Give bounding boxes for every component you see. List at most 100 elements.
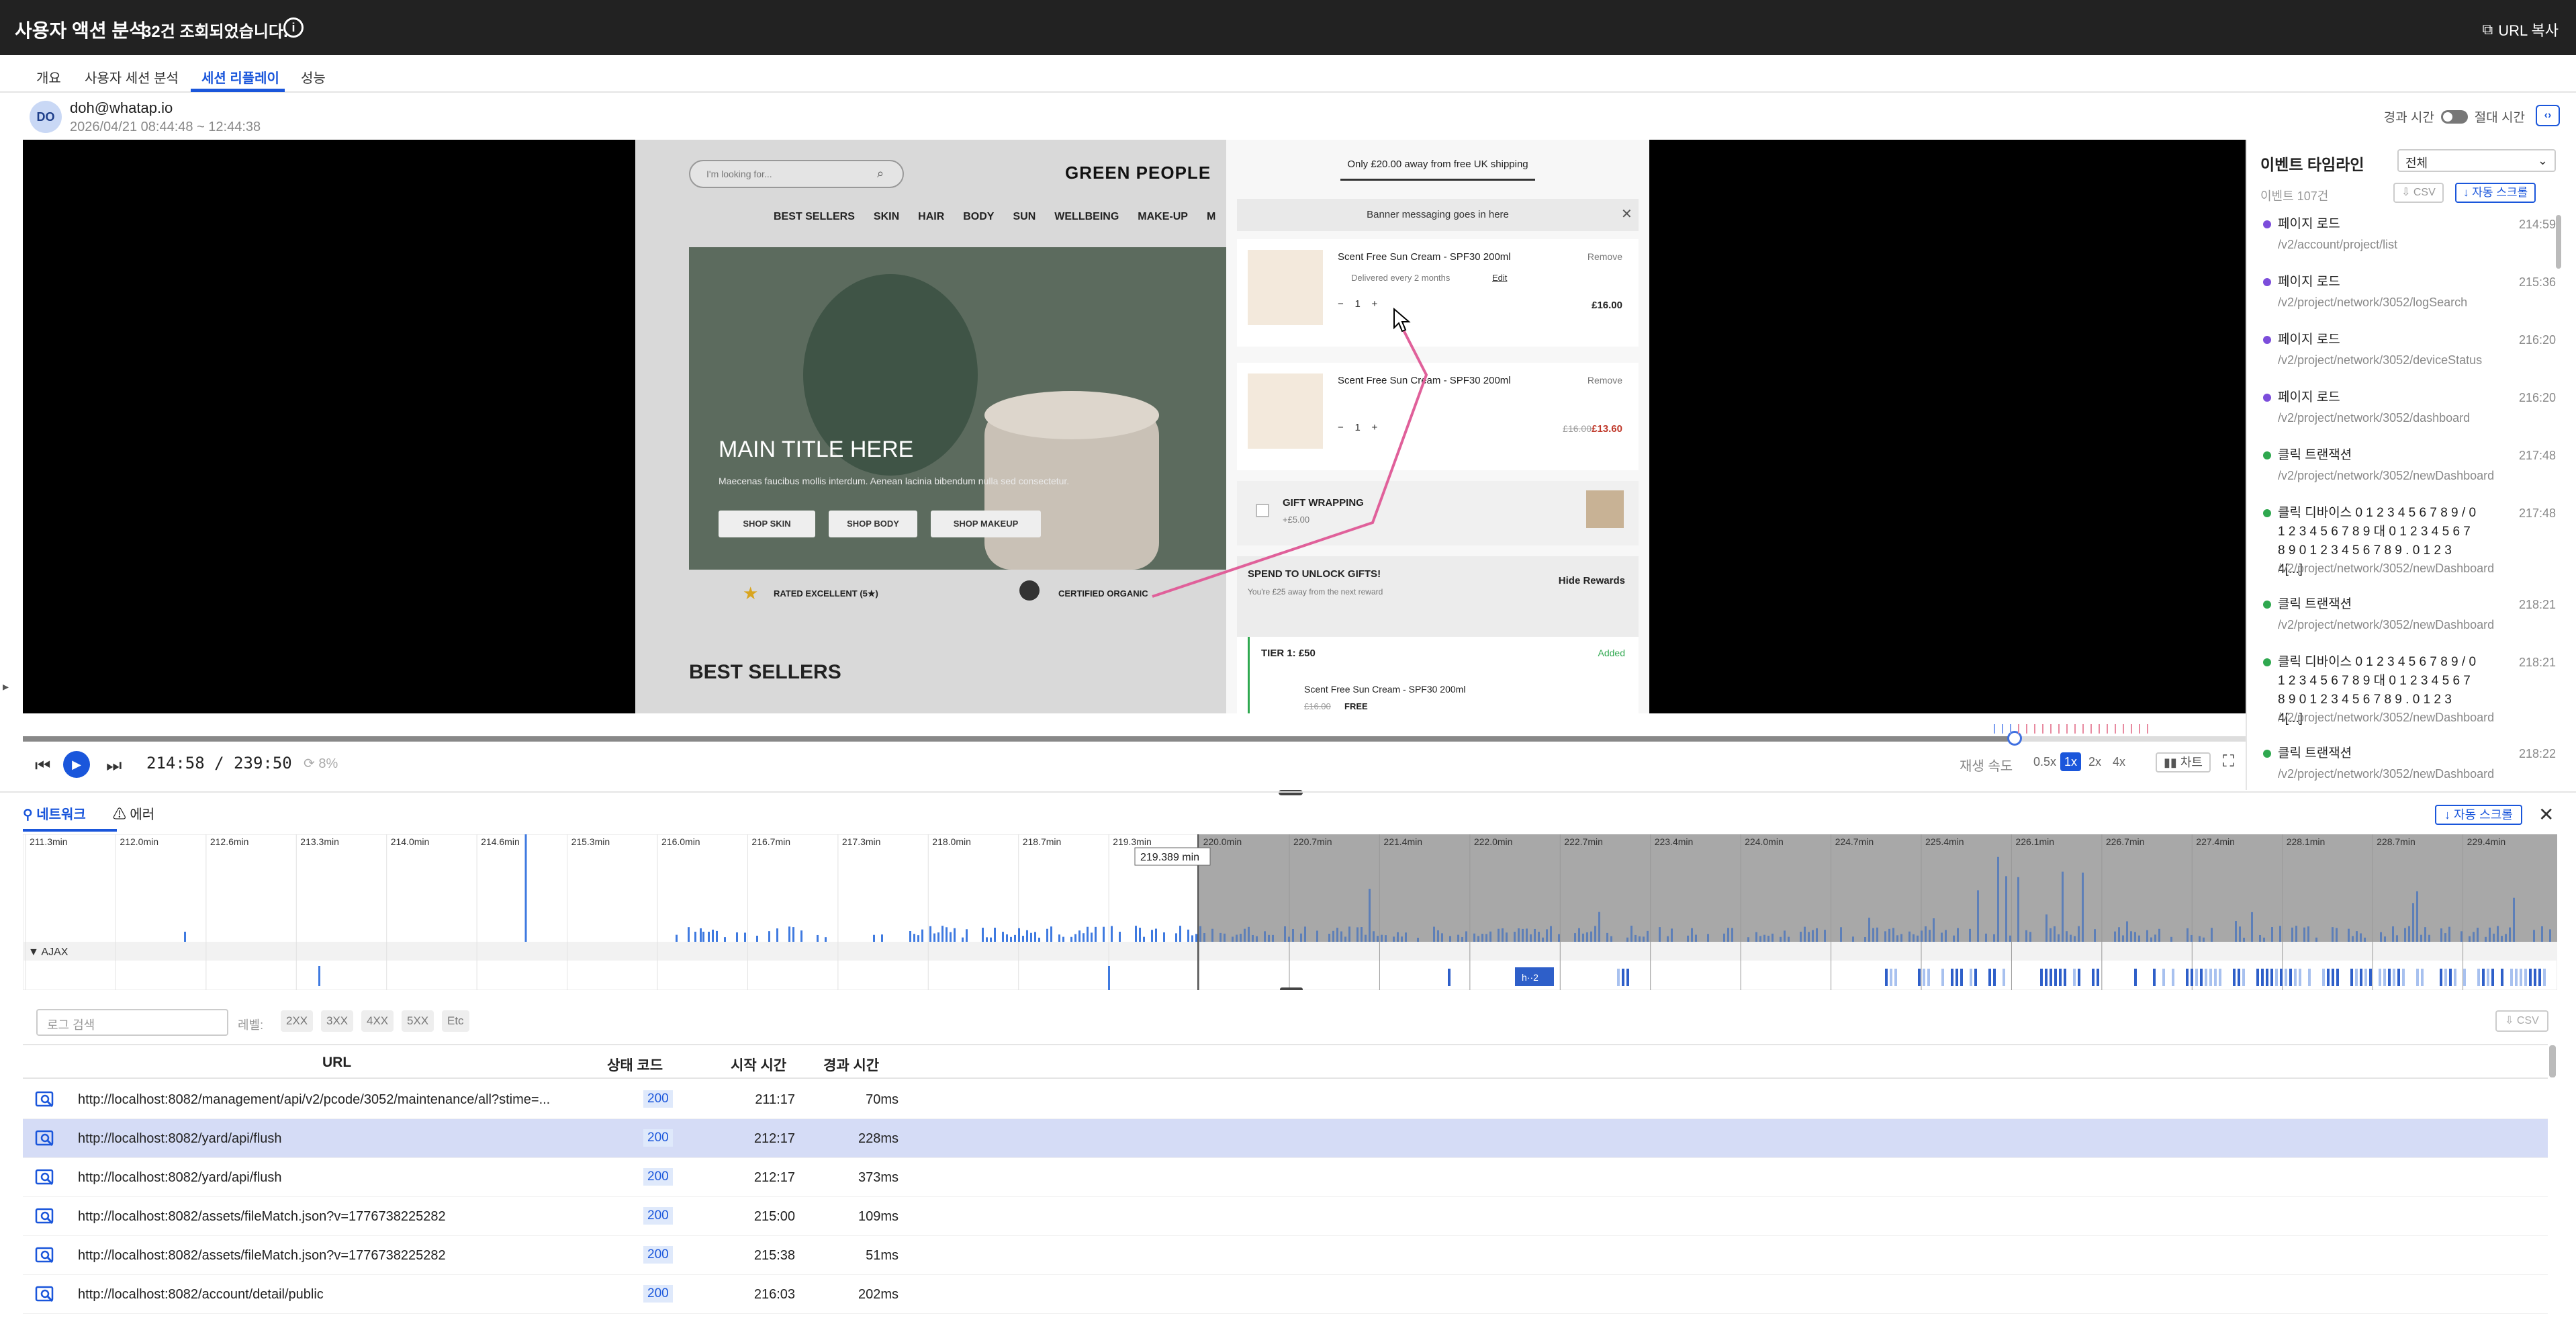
tab-error[interactable]: ⚠ 에러 xyxy=(113,803,154,823)
traffic-spike xyxy=(825,937,827,942)
chart-tick-label: 215.3min xyxy=(571,836,610,847)
traffic-spike xyxy=(1091,932,1093,942)
request-detail-icon[interactable] xyxy=(35,1208,55,1225)
ajax-bar xyxy=(318,966,320,986)
col-url[interactable]: URL xyxy=(322,1055,351,1071)
ajax-bar xyxy=(2510,969,2513,986)
event-item[interactable]: 페이지 로드 214:59/v2/account/project/list xyxy=(2247,215,2563,273)
level-5xx-chip[interactable]: 5XX xyxy=(402,1010,434,1032)
table-row[interactable]: http://localhost:8082/yard/api/flush 200 2… xyxy=(23,1119,2548,1158)
side-expand-icon[interactable]: ▸ xyxy=(3,680,9,694)
speed-4x[interactable]: 4x xyxy=(2109,752,2129,771)
ajax-bar xyxy=(2477,969,2480,986)
network-auto-scroll-button[interactable]: ↓ 자동 스크롤 xyxy=(2435,805,2522,825)
traffic-spike xyxy=(1808,932,1810,942)
level-3xx-chip[interactable]: 3XX xyxy=(321,1010,354,1032)
ajax-bar xyxy=(2073,969,2076,986)
event-marker-strip xyxy=(1994,724,2148,734)
table-scrollbar[interactable] xyxy=(2549,1045,2556,1077)
event-path: /v2/account/project/list xyxy=(2278,238,2398,251)
ajax-bar xyxy=(2402,969,2405,986)
ajax-bar xyxy=(1923,969,1925,986)
fullscreen-icon[interactable]: ⛶ xyxy=(2223,752,2234,771)
play-icon: ▶ xyxy=(72,758,81,771)
event-item[interactable]: 페이지 로드 216:20/v2/project/network/3052/dev… xyxy=(2247,330,2563,388)
tab-overview[interactable]: 개요 xyxy=(36,67,61,87)
traffic-spike xyxy=(1784,930,1786,942)
table-row[interactable]: http://localhost:8082/yard/api/flush 200 2… xyxy=(23,1158,2548,1197)
traffic-spike xyxy=(2199,936,2201,942)
time-mode-switch[interactable] xyxy=(2440,109,2468,124)
speed-1x[interactable]: 1x xyxy=(2060,752,2082,771)
traffic-spike xyxy=(700,928,702,942)
traffic-spike xyxy=(1908,931,1911,942)
traffic-spike xyxy=(1759,936,1761,942)
traffic-spike xyxy=(2485,936,2487,942)
table-row[interactable]: http://localhost:8082/management/api/v2/… xyxy=(23,1080,2548,1119)
request-detail-icon[interactable] xyxy=(35,1130,55,1147)
chart-tick-label: 222.7min xyxy=(1564,836,1603,847)
event-type-dot xyxy=(2263,220,2271,228)
code-icon: ‹› xyxy=(2544,109,2552,121)
time-mode-toggle[interactable]: 경과 시간 절대 시간 xyxy=(2384,107,2525,126)
level-2xx-chip[interactable]: 2XX xyxy=(281,1010,314,1032)
col-status[interactable]: 상태 코드 xyxy=(607,1055,663,1075)
event-auto-scroll-button[interactable]: ↓ 자동 스크롤 xyxy=(2455,183,2536,203)
table-row[interactable]: http://localhost:8082/assets/fileMatch.j… xyxy=(23,1197,2548,1236)
chart-tick-label: 229.4min xyxy=(2467,836,2506,847)
tab-network[interactable]: ⚲ 네트워크 xyxy=(23,803,86,823)
chart-toggle-button[interactable]: ▮▮ 차트 xyxy=(2156,752,2211,773)
table-row[interactable]: http://localhost:8082/account/detail/pub… xyxy=(23,1275,2548,1314)
tab-session-analysis[interactable]: 사용자 세션 분석 xyxy=(85,67,179,87)
event-item[interactable]: 페이지 로드 216:20/v2/project/network/3052/das… xyxy=(2247,388,2563,446)
event-item[interactable]: 클릭 트랜잭션 217:48/v2/project/network/3052/ne… xyxy=(2247,446,2563,504)
speed-0-5x[interactable]: 0.5x xyxy=(2029,752,2060,771)
network-timeline-chart[interactable]: 211.3min 212.0min 212.6min 213.3min 214.0min… xyxy=(23,834,2557,990)
table-row[interactable]: http://localhost:8082/assets/fileMatch.j… xyxy=(23,1236,2548,1275)
request-detail-icon[interactable] xyxy=(35,1091,55,1108)
skip-back-icon[interactable]: ⏮ xyxy=(35,755,50,777)
col-duration[interactable]: 경과 시간 xyxy=(823,1055,879,1075)
event-item[interactable]: 클릭 디바이스 0 1 2 3 4 5 6 7 8 9 / 0 1 2 3 4 … xyxy=(2247,504,2563,579)
log-search-input[interactable]: 로그 검색 xyxy=(36,1009,228,1036)
traffic-spike xyxy=(1800,931,1802,942)
tab-session-replay[interactable]: 세션 리플레이 xyxy=(201,67,279,87)
level-4xx-chip[interactable]: 4XX xyxy=(361,1010,394,1032)
close-icon[interactable]: ✕ xyxy=(2538,803,2554,826)
copy-url-button[interactable]: ⧉ URL 복사 xyxy=(2482,19,2559,40)
col-start-time[interactable]: 시작 시간 xyxy=(731,1055,786,1075)
traffic-spike xyxy=(962,937,964,942)
traffic-spike xyxy=(2384,936,2386,942)
info-icon[interactable]: i xyxy=(283,17,304,38)
ajax-bar xyxy=(2440,969,2442,986)
event-filter-select[interactable]: 전체 ⌄ xyxy=(2397,149,2556,172)
ajax-bar xyxy=(2219,969,2221,986)
traffic-spike xyxy=(2509,927,2511,942)
request-start-time: 211:17 xyxy=(755,1092,795,1107)
code-view-button[interactable]: ‹› xyxy=(2536,105,2560,126)
event-item[interactable]: 클릭 트랜잭션 218:22/v2/project/network/3052/ne… xyxy=(2247,744,2563,802)
request-detail-icon[interactable] xyxy=(35,1169,55,1186)
event-count: 이벤트 107건 xyxy=(2260,189,2329,203)
request-detail-icon[interactable] xyxy=(35,1286,55,1303)
event-item[interactable]: 페이지 로드 215:36/v2/project/network/3052/log… xyxy=(2247,273,2563,330)
network-csv-button[interactable]: ⇩ CSV xyxy=(2495,1010,2548,1032)
request-detail-icon[interactable] xyxy=(35,1247,55,1264)
tab-error-label: 에러 xyxy=(130,807,155,822)
traffic-spike xyxy=(1143,936,1145,942)
event-item[interactable]: 클릭 디바이스 0 1 2 3 4 5 6 7 8 9 / 0 1 2 3 4 … xyxy=(2247,653,2563,728)
tab-performance[interactable]: 성능 xyxy=(301,67,326,87)
event-csv-button[interactable]: ⇩ CSV xyxy=(2393,183,2444,203)
traffic-spike xyxy=(1002,932,1004,942)
ajax-bar xyxy=(1956,969,1958,986)
level-etc-chip[interactable]: Etc xyxy=(442,1010,469,1032)
traffic-spike xyxy=(1824,930,1826,942)
traffic-spike xyxy=(2396,935,2398,942)
event-item[interactable]: 클릭 트랜잭션 218:21/v2/project/network/3052/ne… xyxy=(2247,595,2563,653)
traffic-spike xyxy=(1361,927,1363,942)
speed-2x[interactable]: 2x xyxy=(2084,752,2105,771)
user-email: doh@whatap.io xyxy=(70,99,173,116)
skip-forward-icon[interactable]: ⏭ xyxy=(106,755,122,777)
play-button[interactable]: ▶ xyxy=(63,751,90,778)
progress-fill xyxy=(23,736,2015,742)
